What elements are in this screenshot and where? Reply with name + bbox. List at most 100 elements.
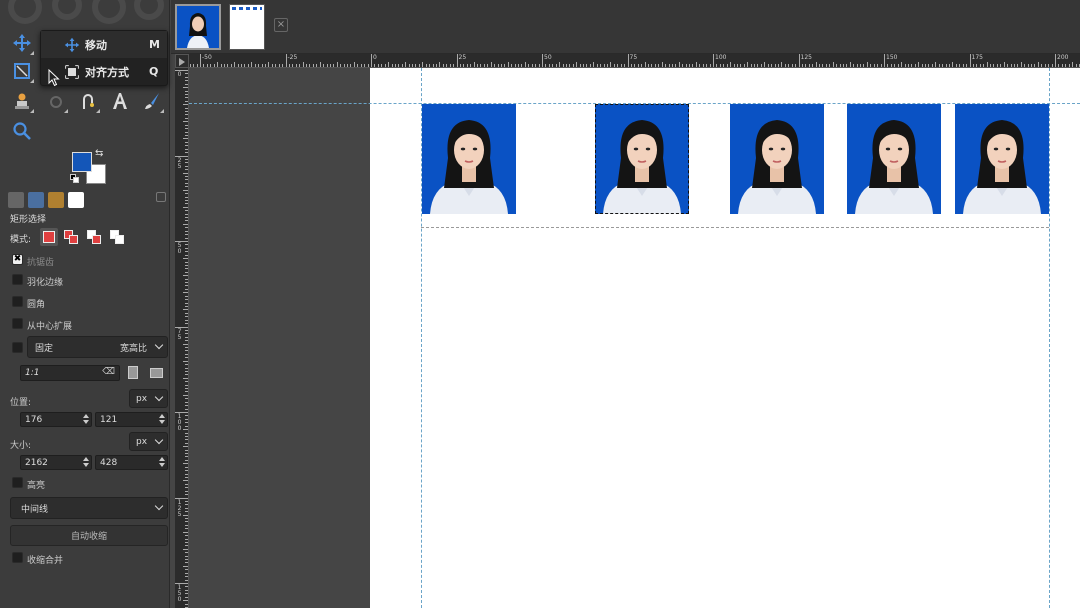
ruler-label: 25: [458, 54, 467, 61]
menu-item-move[interactable]: 移动 M: [41, 31, 167, 58]
clear-icon[interactable]: ⌫: [102, 367, 115, 377]
position-unit-select[interactable]: px: [129, 389, 168, 408]
ruler-tick: [812, 64, 814, 67]
tool-smudge[interactable]: [43, 88, 69, 114]
reset-colors-icon[interactable]: [70, 174, 80, 184]
ruler-tick: [589, 64, 591, 67]
id-photo[interactable]: [847, 104, 941, 214]
ruler-tick: [504, 64, 506, 67]
ruler-tick: [183, 206, 188, 208]
auto-shrink-button[interactable]: 自动收缩: [10, 525, 168, 546]
tool-text[interactable]: [107, 88, 133, 114]
quick-mask-corner-icon[interactable]: [175, 54, 189, 68]
position-y-input[interactable]: 121: [95, 412, 168, 427]
ruler-tick: [514, 64, 516, 67]
ruler-tick: [185, 357, 188, 359]
fixed-mode-select[interactable]: 固定 宽高比: [27, 336, 168, 358]
size-w-input[interactable]: 2162: [20, 455, 92, 470]
ruler-tick: [459, 64, 461, 67]
tool-clone[interactable]: [9, 88, 35, 114]
ruler-tick: [183, 480, 188, 482]
spin-arrows[interactable]: [81, 413, 90, 426]
mode-replace-icon[interactable]: [40, 228, 58, 246]
id-photo[interactable]: [730, 104, 824, 214]
tool-options-tab-icon[interactable]: [8, 192, 24, 208]
swap-colors-icon[interactable]: ⇆: [95, 148, 103, 159]
mode-intersect-icon[interactable]: [108, 228, 126, 246]
ruler-tick: [579, 64, 581, 67]
transform-tool-icon: [14, 63, 30, 79]
position-x-input[interactable]: 176: [20, 412, 92, 427]
ruler-tick: [381, 64, 383, 67]
ruler-tick: [528, 64, 530, 67]
ruler-tick: [175, 412, 188, 413]
ruler-tick: [788, 64, 790, 67]
ruler-tick: [241, 64, 243, 67]
ruler-tick: [911, 64, 913, 67]
ruler-tick: [870, 64, 872, 67]
ruler-tick: [1044, 64, 1046, 67]
ruler-tick: [767, 64, 769, 67]
id-photo[interactable]: [955, 104, 1049, 214]
canvas-area[interactable]: [189, 68, 1080, 608]
ruler-tick: [343, 64, 345, 67]
image-tab-portrait[interactable]: [175, 4, 221, 50]
ruler-tick: [542, 54, 543, 67]
tool-move[interactable]: [9, 30, 35, 56]
close-tab-button[interactable]: ×: [274, 18, 288, 32]
rounded-checkbox[interactable]: [12, 296, 23, 307]
ruler-tick: [185, 305, 188, 307]
size-h-input[interactable]: 428: [95, 455, 168, 470]
shrink-merged-checkbox[interactable]: [12, 552, 23, 563]
ruler-tick: [726, 64, 728, 67]
ruler-tick: [665, 64, 667, 67]
mode-add-icon[interactable]: [62, 228, 80, 246]
tool-paths[interactable]: [75, 88, 101, 114]
device-status-tab-icon[interactable]: [28, 192, 44, 208]
ruler-tick: [213, 64, 215, 67]
size-unit-select[interactable]: px: [129, 432, 168, 451]
ruler-tick: [682, 64, 684, 67]
dock-tabs: [8, 192, 168, 208]
ruler-tick: [641, 64, 643, 67]
foreground-color-swatch[interactable]: [72, 152, 92, 172]
ruler-tick: [453, 64, 455, 67]
highlight-checkbox[interactable]: [12, 477, 23, 488]
undo-history-tab-icon[interactable]: [48, 192, 64, 208]
id-photo[interactable]: [595, 104, 689, 214]
mode-subtract-icon[interactable]: [85, 228, 103, 246]
feather-checkbox[interactable]: [12, 274, 23, 285]
ruler-tick: [702, 64, 704, 67]
ruler-tick: [391, 64, 393, 67]
paths-icon: [83, 94, 94, 109]
portrait-icon[interactable]: [128, 366, 138, 379]
ruler-tick: [326, 64, 328, 67]
fixed-checkbox[interactable]: [12, 342, 23, 353]
ruler-tick: [819, 64, 821, 67]
antialias-checkbox[interactable]: ✖: [12, 254, 23, 265]
spin-arrows[interactable]: [81, 456, 90, 469]
spin-arrows[interactable]: [157, 413, 166, 426]
dock-menu-icon[interactable]: [156, 192, 166, 202]
spin-arrows[interactable]: [157, 456, 166, 469]
ruler-tick: [185, 340, 188, 342]
vertical-ruler[interactable]: 0 2 5 5 0 7 5 1 0 0 1 2 5 1 5 0: [175, 68, 189, 608]
image-tabs-bar: ×: [171, 0, 1080, 54]
shrink-merged-label: 收缩合并: [27, 556, 64, 566]
tool-transform[interactable]: [9, 58, 35, 84]
ruler-tick: [292, 64, 294, 67]
expand-center-checkbox[interactable]: [12, 318, 23, 329]
ruler-tick: [500, 64, 502, 67]
id-photo[interactable]: [422, 104, 516, 214]
guides-select[interactable]: 中间线: [10, 497, 168, 519]
ruler-tick: [185, 196, 188, 198]
ratio-input[interactable]: 1:1 ⌫: [20, 365, 120, 381]
images-tab-icon[interactable]: [68, 192, 84, 208]
tool-zoom[interactable]: [9, 118, 35, 144]
image-tab-layout[interactable]: [229, 4, 265, 50]
tool-paintbrush[interactable]: [139, 88, 165, 114]
landscape-icon[interactable]: [150, 368, 163, 378]
horizontal-ruler[interactable]: -50 -25 0 25 50 75 100 125 150 175 200: [189, 54, 1080, 68]
guide-vertical[interactable]: [1049, 68, 1050, 608]
ruler-tick: [630, 64, 632, 67]
